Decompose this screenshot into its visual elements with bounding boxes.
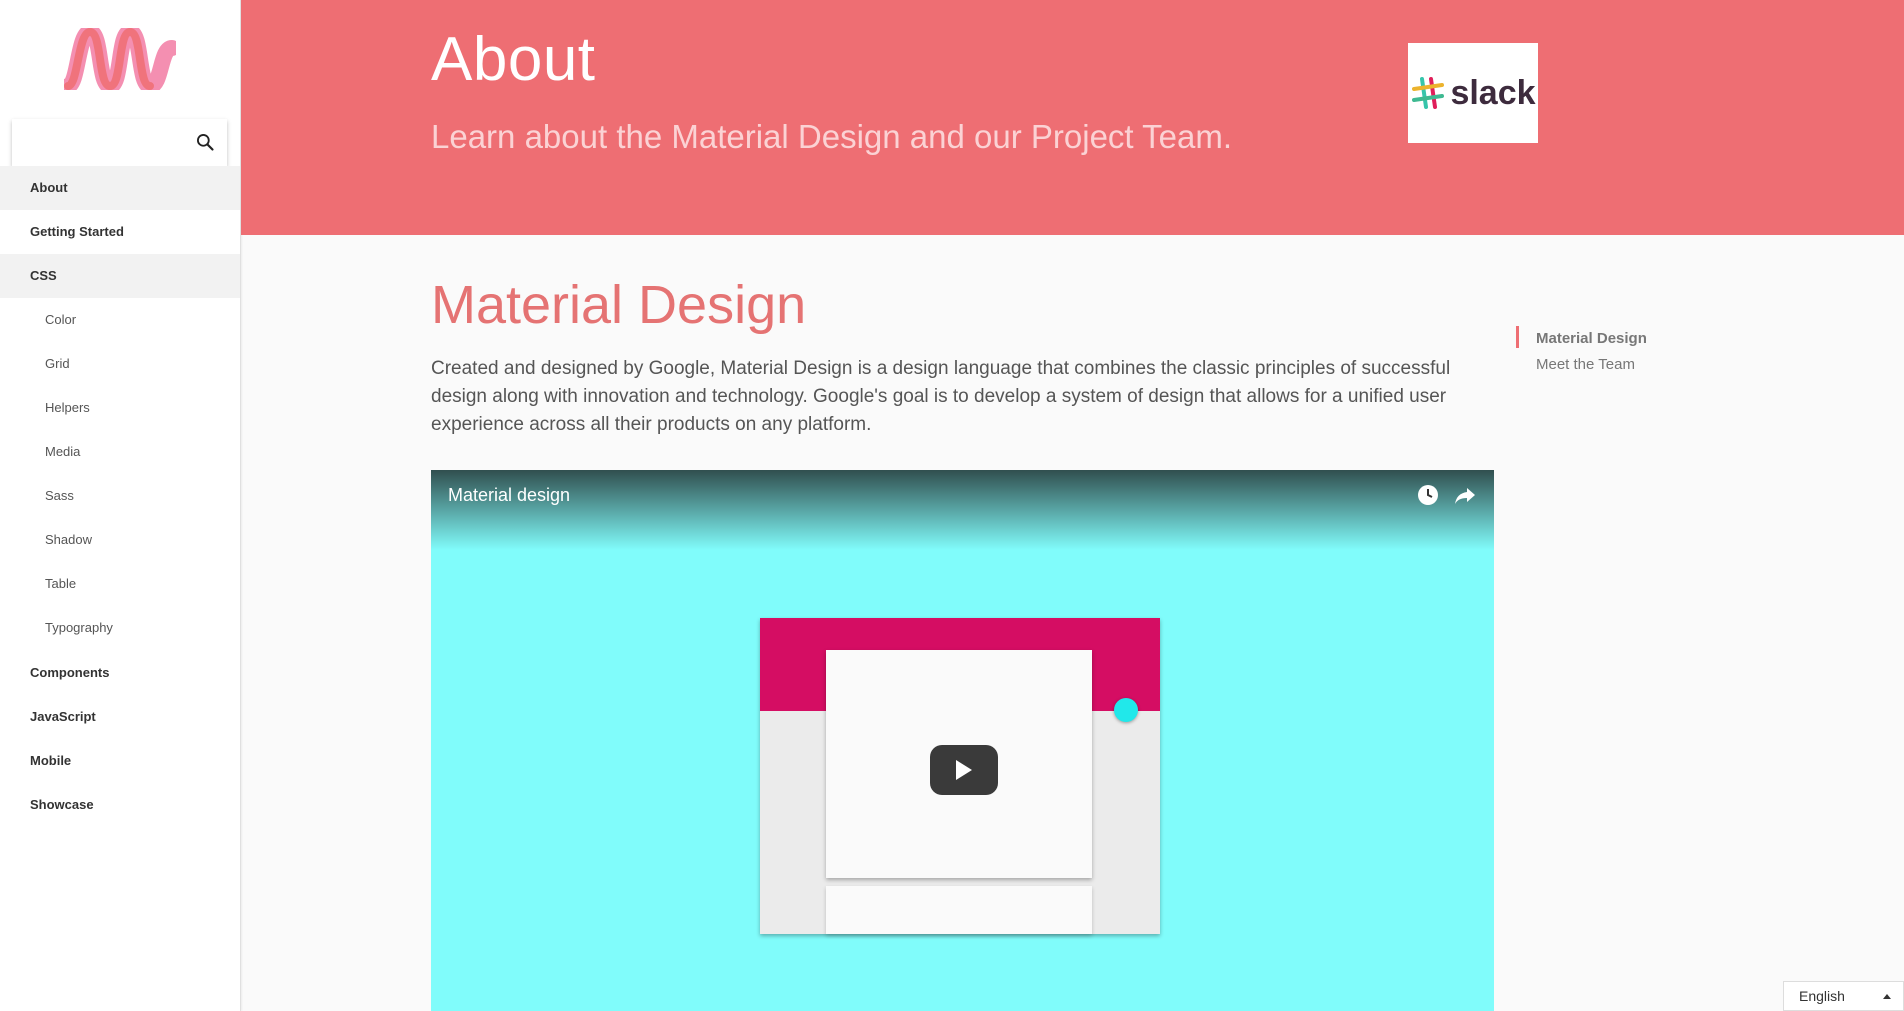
language-select[interactable]: English	[1783, 981, 1904, 1011]
sidebar-item-grid[interactable]: Grid	[0, 342, 240, 386]
illustration-card-secondary	[826, 886, 1092, 934]
sidebar-item-showcase[interactable]: Showcase	[0, 783, 240, 827]
materialize-logo[interactable]	[64, 28, 176, 90]
search-input[interactable]	[12, 119, 206, 166]
slack-logo-icon	[1412, 77, 1445, 109]
section-paragraph: Created and designed by Google, Material…	[431, 358, 1451, 435]
toc-item-meet-the-team[interactable]: Meet the Team	[1536, 352, 1647, 378]
sidebar-item-helpers[interactable]: Helpers	[0, 386, 240, 430]
share-icon[interactable]	[1453, 483, 1477, 507]
video-player[interactable]: Material design	[431, 470, 1494, 1011]
watch-later-icon[interactable]	[1416, 483, 1440, 507]
sidebar-item-about[interactable]: About	[0, 166, 240, 210]
search-icon[interactable]	[195, 132, 215, 152]
sidebar-item-getting-started[interactable]: Getting Started	[0, 210, 240, 254]
search-box	[12, 119, 227, 166]
page-header: About Learn about the Material Design an…	[241, 0, 1904, 235]
sidebar-nav: About Getting Started CSS Color Grid Hel…	[0, 166, 240, 827]
sidebar-item-mobile[interactable]: Mobile	[0, 739, 240, 783]
caret-up-icon	[1883, 994, 1891, 999]
sidebar-item-table[interactable]: Table	[0, 562, 240, 606]
sidebar-item-sass[interactable]: Sass	[0, 474, 240, 518]
sidebar-item-media[interactable]: Media	[0, 430, 240, 474]
sidebar-item-components[interactable]: Components	[0, 651, 240, 695]
video-top-bar	[431, 470, 1494, 550]
toc-active-indicator	[1516, 326, 1519, 348]
sidebar-item-shadow[interactable]: Shadow	[0, 518, 240, 562]
sidebar-item-color[interactable]: Color	[0, 298, 240, 342]
page-title: About	[431, 25, 596, 94]
page-subtitle: Learn about the Material Design and our …	[431, 118, 1233, 155]
sidebar-item-javascript[interactable]: JavaScript	[0, 695, 240, 739]
sidebar-item-css[interactable]: CSS	[0, 254, 240, 298]
language-select-value: English	[1799, 988, 1845, 1004]
toc-item-material-design[interactable]: Material Design	[1536, 326, 1647, 352]
slack-badge[interactable]: slack	[1408, 43, 1538, 143]
play-button[interactable]	[930, 745, 998, 795]
play-icon	[956, 760, 972, 780]
slack-badge-label: slack	[1450, 73, 1536, 112]
sidebar-item-typography[interactable]: Typography	[0, 606, 240, 650]
illustration-fab	[1114, 698, 1138, 722]
sidebar: About Getting Started CSS Color Grid Hel…	[0, 0, 241, 1011]
table-of-contents: Material Design Meet the Team	[1516, 326, 1647, 378]
section-heading: Material Design	[431, 275, 807, 335]
video-title[interactable]: Material design	[448, 485, 570, 506]
